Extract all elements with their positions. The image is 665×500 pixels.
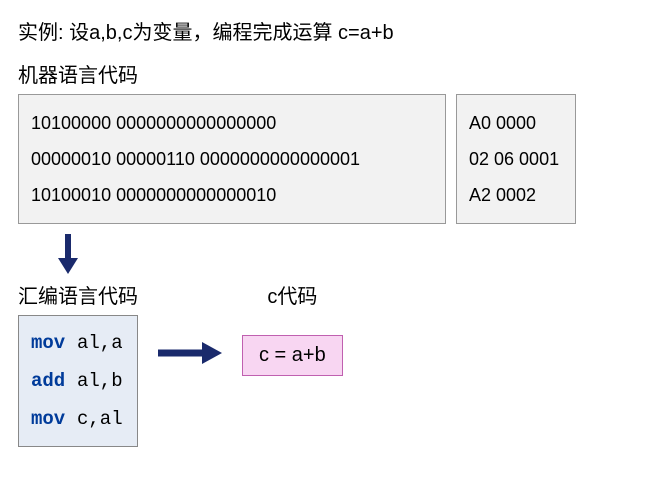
asm-args: c,al <box>77 408 123 430</box>
c-code-label: c代码 <box>267 280 317 309</box>
asm-args: al,a <box>77 332 123 354</box>
machine-code-line: 10100000 0000000000000000 <box>31 105 433 141</box>
asm-args: al,b <box>77 370 123 392</box>
asm-code-line: moval,a <box>31 324 125 362</box>
asm-op: add <box>31 362 77 400</box>
page-title: 实例: 设a,b,c为变量，编程完成运算 c=a+b <box>18 16 647 45</box>
code-boxes-row: 10100000 0000000000000000 00000010 00000… <box>18 94 647 224</box>
machine-code-line: 00000010 00000110 0000000000000001 <box>31 141 433 177</box>
c-code-box: c = a+b <box>242 335 343 376</box>
asm-op: mov <box>31 324 77 362</box>
asm-code-label: 汇编语言代码 <box>18 280 138 309</box>
machine-code-label: 机器语言代码 <box>18 59 647 88</box>
hex-code-line: A2 0002 <box>469 177 563 213</box>
machine-code-line: 10100010 0000000000000010 <box>31 177 433 213</box>
asm-code-line: movc,al <box>31 400 125 438</box>
machine-code-box: 10100000 0000000000000000 00000010 00000… <box>18 94 446 224</box>
hex-code-line: A0 0000 <box>469 105 563 141</box>
hex-code-line: 02 06 0001 <box>469 141 563 177</box>
asm-op: mov <box>31 400 77 438</box>
hex-code-box: A0 0000 02 06 0001 A2 0002 <box>456 94 576 224</box>
arrow-right-icon <box>158 342 222 364</box>
arrow-down-icon <box>58 234 647 274</box>
bottom-row: 汇编语言代码 moval,a addal,b movc,al c代码 c = a… <box>18 280 647 447</box>
asm-code-box: moval,a addal,b movc,al <box>18 315 138 447</box>
asm-code-line: addal,b <box>31 362 125 400</box>
